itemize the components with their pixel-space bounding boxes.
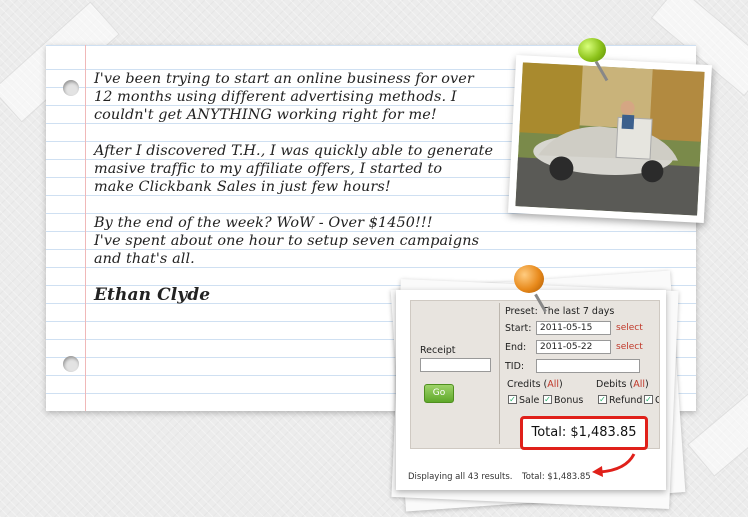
debits-label: Debits (All) [596, 379, 649, 390]
start-label: Start: [505, 323, 532, 334]
footer-total: Total: $1,483.85 [522, 472, 591, 482]
refund-label: Refund [609, 395, 643, 406]
receipt-label: Receipt [420, 345, 456, 356]
start-select-link[interactable]: select [616, 323, 643, 333]
testimonial-paragraph: After I discovered T.H., I was quickly a… [94, 143, 494, 195]
start-date-input[interactable]: 2011-05-15 [536, 321, 611, 335]
punch-hole [63, 356, 79, 372]
sales-report-card: Receipt Go Preset: The last 7 days Start… [396, 290, 666, 490]
testimonial-text: I've been trying to start an online busi… [94, 70, 514, 304]
tid-label: TID: [505, 361, 525, 372]
go-button[interactable]: Go [424, 384, 454, 403]
divider [499, 303, 500, 444]
results-count: Displaying all 43 results. [408, 472, 513, 482]
refund-checkbox[interactable]: ✓ [598, 395, 607, 404]
end-select-link[interactable]: select [616, 342, 643, 352]
credits-label: Credits (All) [507, 379, 563, 390]
arrow-icon [592, 453, 636, 477]
receipt-input[interactable] [420, 358, 491, 372]
testimonial-paragraph: I've been trying to start an online busi… [94, 71, 474, 123]
punch-hole [63, 80, 79, 96]
preset-value[interactable]: The last 7 days [542, 306, 614, 317]
preset-label: Preset: [505, 306, 538, 317]
bonus-checkbox[interactable]: ✓ [543, 395, 552, 404]
photo-image [515, 62, 705, 216]
tape-strip-bottom-right [687, 385, 748, 477]
end-date-input[interactable]: 2011-05-22 [536, 340, 611, 354]
highlighted-total: Total: $1,483.85 [520, 416, 648, 450]
sale-checkbox[interactable]: ✓ [508, 395, 517, 404]
end-label: End: [505, 342, 527, 353]
c-checkbox[interactable]: ✓ [644, 395, 653, 404]
bonus-label: Bonus [554, 395, 584, 406]
customer-photo [507, 54, 713, 224]
c-label: C [655, 395, 659, 406]
debits-all-link[interactable]: All [633, 379, 645, 390]
testimonial-paragraph: By the end of the week? WoW - Over $1450… [94, 215, 480, 267]
sale-label: Sale [519, 395, 540, 406]
credits-all-link[interactable]: All [547, 379, 559, 390]
tid-input[interactable] [536, 359, 640, 373]
